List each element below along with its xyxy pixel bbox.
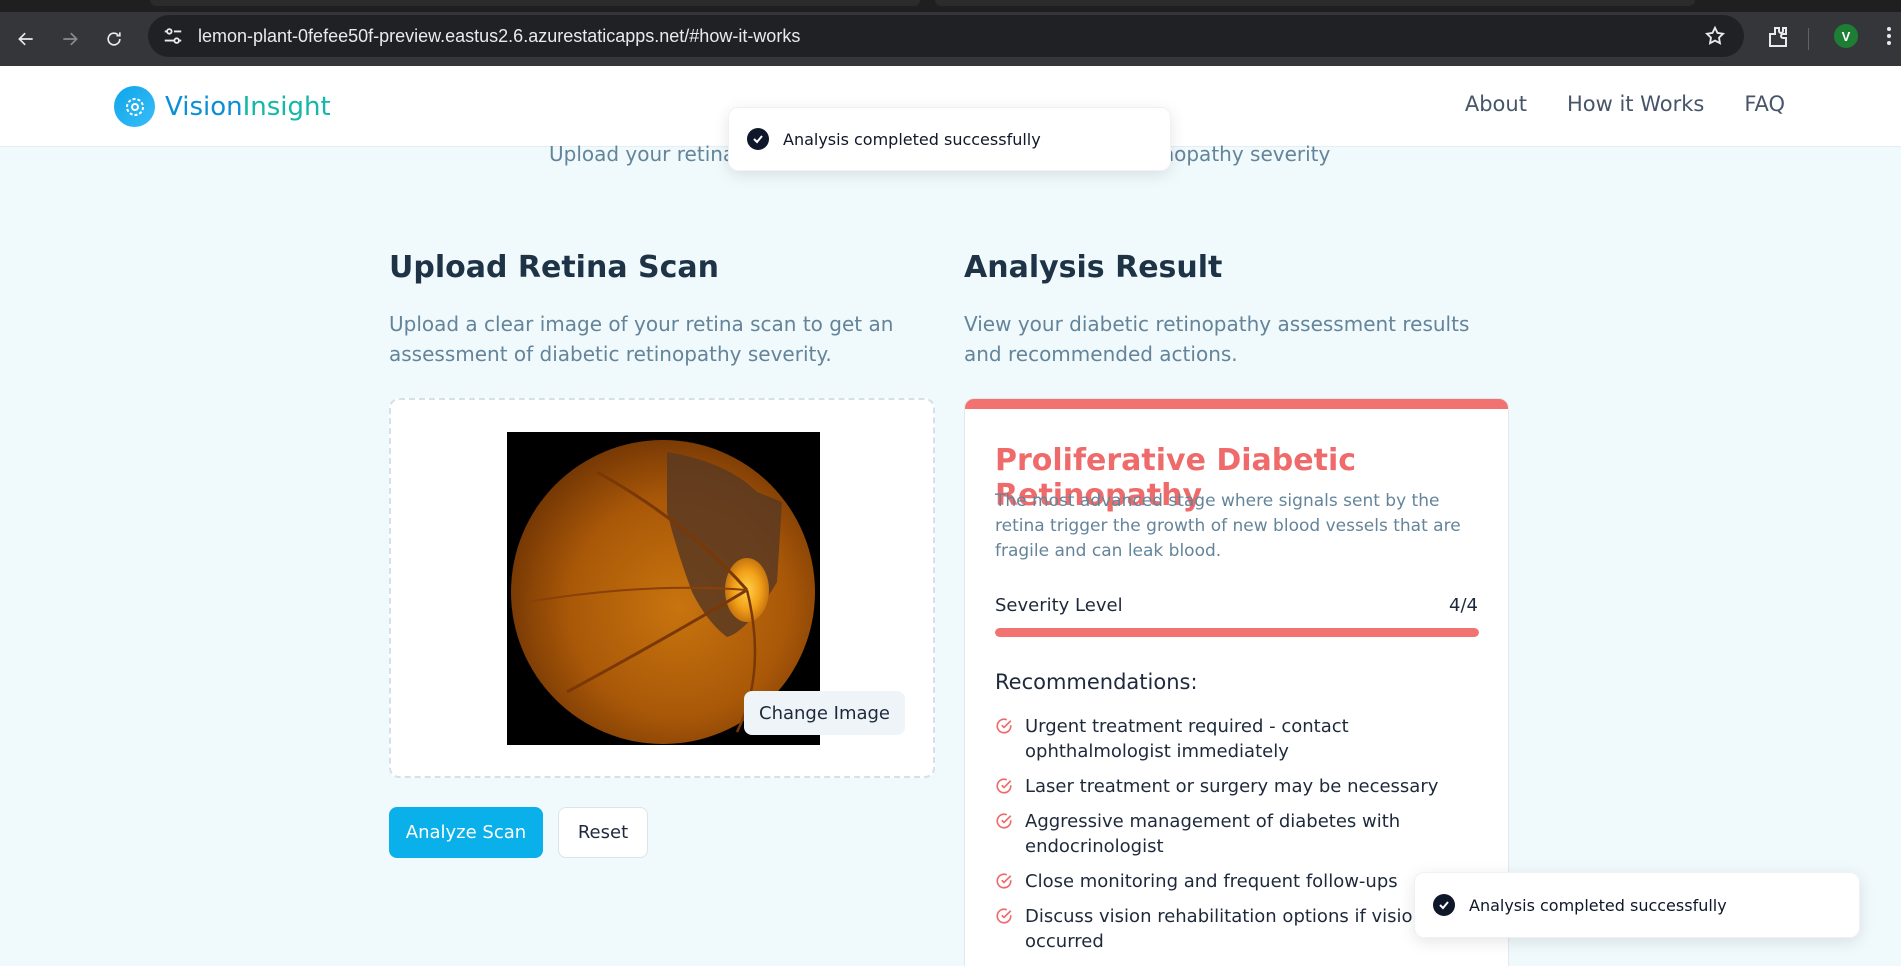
upload-title: Upload Retina Scan <box>389 250 719 285</box>
change-image-button[interactable]: Change Image <box>744 691 906 735</box>
check-circle-icon <box>996 813 1012 829</box>
analyze-scan-button[interactable]: Analyze Scan <box>389 807 543 858</box>
list-item: Urgent treatment required - contact opht… <box>995 714 1485 764</box>
browser-tab[interactable] <box>935 0 1695 6</box>
list-item: Close monitoring and frequent follow-ups <box>995 869 1485 894</box>
upload-description: Upload a clear image of your retina scan… <box>389 312 894 366</box>
browser-tabstrip <box>0 0 1901 12</box>
list-item: Aggressive management of diabetes with e… <box>995 809 1485 859</box>
recommendation-text: Close monitoring and frequent follow-ups <box>1025 871 1398 892</box>
address-bar[interactable]: lemon-plant-0fefee50f-preview.eastus2.6.… <box>148 15 1744 57</box>
recommendations-list: Urgent treatment required - contact opht… <box>995 714 1485 964</box>
list-item: Discuss vision rehabilitation options if… <box>995 904 1485 954</box>
nav-link-faq[interactable]: FAQ <box>1744 92 1785 116</box>
profile-avatar[interactable]: V <box>1834 24 1858 48</box>
eye-logo-icon <box>114 86 155 127</box>
forward-icon[interactable] <box>48 17 92 61</box>
main-nav: About How it Works FAQ <box>1465 92 1785 116</box>
site-logo[interactable]: VisionInsight <box>114 86 331 127</box>
back-icon[interactable] <box>4 17 48 61</box>
list-item: Laser treatment or surgery may be necess… <box>995 774 1485 799</box>
toast-message: Analysis completed successfully <box>783 129 1041 149</box>
result-description: View your diabetic retinopathy assessmen… <box>964 312 1470 366</box>
recommendation-text: Laser treatment or surgery may be necess… <box>1025 776 1439 797</box>
nav-link-how-it-works[interactable]: How it Works <box>1567 92 1704 116</box>
severity-progress-bar <box>995 628 1479 637</box>
severity-value: 4/4 <box>1449 595 1478 616</box>
result-title: Analysis Result <box>964 250 1223 285</box>
severity-label: Severity Level <box>995 595 1123 616</box>
check-circle-icon <box>1433 894 1455 916</box>
upload-dropzone[interactable]: Change Image <box>389 398 935 778</box>
check-circle-icon <box>996 908 1012 924</box>
browser-tab[interactable] <box>150 0 920 6</box>
url-text[interactable]: lemon-plant-0fefee50f-preview.eastus2.6.… <box>198 26 800 47</box>
toast-message: Analysis completed successfully <box>1469 895 1727 915</box>
check-circle-icon <box>996 873 1012 889</box>
check-circle-icon <box>996 778 1012 794</box>
severity-progress-fill <box>995 628 1479 637</box>
check-circle-icon <box>747 128 769 150</box>
severity-accent-bar <box>965 399 1508 409</box>
browser-menu-icon[interactable] <box>1886 26 1892 46</box>
extensions-icon[interactable] <box>1766 25 1790 49</box>
site-info-icon[interactable] <box>162 25 184 47</box>
logo-wordmark: VisionInsight <box>165 91 331 122</box>
nav-link-about[interactable]: About <box>1465 92 1527 116</box>
reload-icon[interactable] <box>92 17 136 61</box>
reset-button[interactable]: Reset <box>558 807 648 858</box>
bookmark-star-icon[interactable] <box>1704 25 1726 47</box>
browser-toolbar: lemon-plant-0fefee50f-preview.eastus2.6.… <box>0 12 1901 66</box>
recommendations-title: Recommendations: <box>995 670 1198 694</box>
recommendation-text: Urgent treatment required - contact opht… <box>1025 716 1349 762</box>
toast-notification[interactable]: Analysis completed successfully <box>728 107 1171 171</box>
diagnosis-description: The most advanced stage where signals se… <box>995 491 1461 561</box>
check-circle-icon <box>996 718 1012 734</box>
recommendation-text: Aggressive management of diabetes with e… <box>1025 811 1401 857</box>
toolbar-divider <box>1808 28 1809 50</box>
toast-notification[interactable]: Analysis completed successfully <box>1414 872 1860 938</box>
